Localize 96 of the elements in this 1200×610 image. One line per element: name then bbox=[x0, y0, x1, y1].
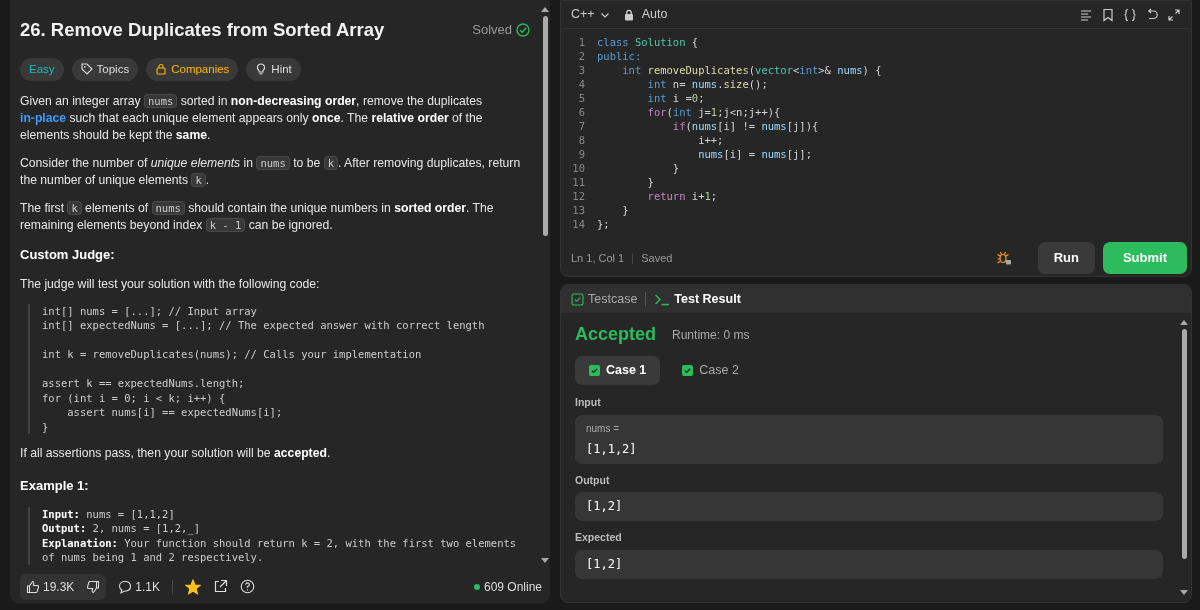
code-line: for(int j=1;j<n;j++){ bbox=[646, 105, 781, 119]
code-line: assert k == expectedNums.length; bbox=[42, 376, 246, 391]
code-line: nums[i] = nums[j]; bbox=[697, 147, 812, 161]
code-line: assert nums[i] == expectedNums[i]; bbox=[66, 405, 284, 420]
mode-label: Auto bbox=[641, 6, 668, 24]
cursor-position: Ln 1, Col 1 bbox=[571, 250, 625, 266]
comments-button[interactable]: 1.1K bbox=[118, 577, 161, 596]
code-line: if(nums[i] != nums[j]){ bbox=[671, 119, 819, 133]
code-line: Input: nums = [1,1,2] bbox=[42, 506, 176, 521]
code-line: } bbox=[671, 161, 680, 175]
code-line: int[] expectedNums = [...]; // The expected answer with correct length bbox=[42, 318, 486, 333]
lock-icon bbox=[155, 63, 168, 76]
value-text: [1,1,2] bbox=[586, 440, 638, 458]
thumbs-down-icon bbox=[86, 579, 101, 594]
code-line: int i =0; bbox=[646, 91, 705, 105]
hint-button[interactable]: Hint bbox=[246, 57, 301, 81]
line-number: 2 bbox=[577, 49, 586, 63]
code-line: Explanation: Your function should return k = 2, with the first two elements bbox=[42, 535, 518, 550]
value-text: [1,2] bbox=[586, 498, 624, 516]
line-number: 3 bbox=[577, 63, 586, 77]
code-line: } bbox=[621, 203, 629, 217]
line-number: 7 bbox=[577, 119, 586, 133]
language-dropdown[interactable]: C++ bbox=[571, 5, 610, 24]
description-text: The judge will test your solution with the following code: bbox=[20, 275, 321, 293]
description-text: If all assertions pass, then your solution will be accepted. bbox=[20, 445, 332, 462]
thumbs-up-icon bbox=[26, 579, 40, 594]
code-line: return i+1; bbox=[646, 189, 718, 203]
expand-icon[interactable] bbox=[1167, 7, 1181, 22]
line-number: 13 bbox=[571, 203, 586, 217]
align-lines-icon[interactable] bbox=[1079, 7, 1093, 22]
scroll-down-icon[interactable] bbox=[541, 558, 549, 564]
verdict-text: Accepted bbox=[575, 323, 657, 346]
tab[interactable]: Testcase bbox=[571, 289, 638, 309]
section-heading: Custom Judge: bbox=[20, 246, 116, 264]
checkbox-icon bbox=[571, 292, 584, 306]
code-line: for (int i = 0; i < k; i++) { bbox=[42, 390, 227, 405]
line-number: 12 bbox=[571, 189, 586, 203]
topics-button[interactable]: Topics bbox=[71, 57, 139, 81]
section-heading: Example 1: bbox=[20, 477, 90, 495]
speech-bubble-icon bbox=[118, 579, 133, 594]
code-line: } bbox=[42, 419, 50, 434]
scroll-up-icon[interactable] bbox=[541, 6, 549, 12]
line-number: 1 bbox=[577, 35, 586, 49]
solved-status: Solved bbox=[472, 21, 512, 40]
description-text: Consider the number of unique elements in nums to be k . After removing duplicates, return the number of unique elements k . bbox=[20, 155, 522, 189]
description-text: Given an integer array nums sorted in non-decreasing order, remove the duplicates in-place such that each unique element appears only once. The relative order of the elements should be kept the same. bbox=[20, 93, 484, 144]
line-number: 5 bbox=[577, 91, 586, 105]
section-label: Expected bbox=[575, 530, 623, 546]
value-text: [1,2] bbox=[586, 556, 624, 573]
code-line: class Solution { bbox=[597, 35, 699, 49]
online-count: 609 Online bbox=[483, 578, 542, 596]
description-text: The first k elements of nums should contain the unique numbers in sorted order. The remaining elements beyond index k - 1 can be ignored. bbox=[20, 200, 495, 234]
code-line: public: bbox=[597, 49, 642, 63]
bookmark-icon[interactable] bbox=[1101, 7, 1115, 22]
save-status: Saved bbox=[641, 250, 673, 266]
code-line: } bbox=[646, 175, 654, 189]
tag-icon bbox=[80, 63, 93, 76]
link[interactable]: in-place bbox=[20, 111, 67, 125]
variable-name: nums = bbox=[586, 421, 621, 436]
bug-icon[interactable] bbox=[995, 250, 1012, 266]
run-button[interactable]: Run bbox=[1037, 242, 1095, 274]
line-number: 11 bbox=[571, 175, 586, 189]
code-line: i++; bbox=[697, 133, 724, 147]
code-line: int[] nums = [...]; // Input array bbox=[42, 303, 258, 318]
lock-icon bbox=[623, 8, 634, 21]
code-line: int k = removeDuplicates(nums); // Calls your implementation bbox=[42, 347, 423, 362]
code-line: of nums being 1 and 2 respectively. bbox=[42, 550, 265, 565]
case-tab[interactable]: Case 1 bbox=[575, 356, 661, 385]
braces-icon[interactable] bbox=[1123, 7, 1137, 22]
terminal-icon bbox=[654, 292, 671, 306]
code-line: Output: 2, nums = [1,2,_] bbox=[42, 521, 202, 536]
case-tab[interactable]: Case 2 bbox=[668, 356, 753, 385]
line-number: 14 bbox=[571, 217, 586, 231]
line-number: 8 bbox=[577, 133, 586, 147]
line-number: 9 bbox=[577, 147, 586, 161]
lightbulb-icon bbox=[255, 63, 268, 76]
code-line: int removeDuplicates(vector<int>& nums) { bbox=[621, 63, 882, 77]
online-dot-icon bbox=[473, 583, 480, 590]
runtime-text: Runtime: 0 ms bbox=[672, 326, 750, 344]
tab[interactable]: Test Result bbox=[654, 289, 741, 309]
code-line: }; bbox=[597, 217, 610, 231]
share-icon[interactable] bbox=[213, 579, 229, 594]
undo-icon[interactable] bbox=[1145, 7, 1159, 22]
code-line: int n= nums.size(); bbox=[646, 77, 768, 91]
scroll-up-icon[interactable] bbox=[1180, 319, 1188, 325]
star-icon[interactable] bbox=[185, 578, 202, 595]
scroll-down-icon[interactable] bbox=[1180, 590, 1188, 596]
difficulty-label: Easy bbox=[20, 57, 64, 81]
line-number: 4 bbox=[577, 77, 586, 91]
line-number: 6 bbox=[577, 105, 586, 119]
section-label: Output bbox=[575, 472, 611, 488]
problem-title: 26. Remove Duplicates from Sorted Array bbox=[20, 18, 385, 42]
section-label: Input bbox=[575, 394, 602, 410]
help-icon[interactable] bbox=[240, 579, 256, 594]
line-number: 10 bbox=[571, 161, 586, 175]
companies-button[interactable]: Companies bbox=[146, 57, 239, 81]
